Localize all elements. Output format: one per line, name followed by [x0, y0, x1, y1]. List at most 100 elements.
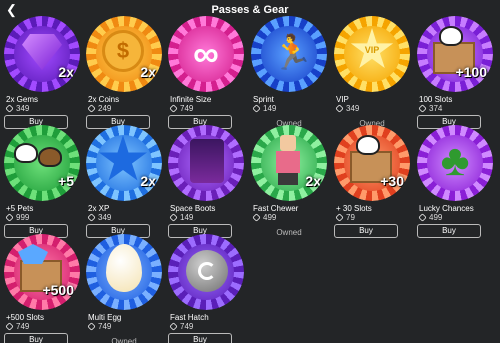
pass-name: 100 Slots — [419, 95, 453, 104]
coin-icon[interactable]: $2x — [86, 16, 162, 92]
multiplier-label: +30 — [380, 173, 404, 189]
pass-item[interactable]: $2x 2x Coins 249 Buy — [86, 16, 166, 129]
pass-price: 79 — [335, 213, 355, 222]
pass-name: +5 Pets — [6, 204, 34, 213]
multiplier-label: 2x — [58, 64, 74, 80]
price-value: 249 — [98, 104, 112, 113]
robux-icon — [418, 104, 427, 113]
multiplier-label: +5 — [58, 173, 74, 189]
box-crystal-icon[interactable]: +500 — [4, 234, 80, 310]
pass-price: 499 — [418, 213, 443, 222]
pass-item[interactable]: +30 + 30 Slots 79 Buy — [334, 125, 414, 238]
pass-name: Space Boots — [170, 204, 216, 213]
pass-name: Infinite Size — [170, 95, 212, 104]
multiplier-label: +500 — [42, 282, 74, 298]
buy-button[interactable]: Buy — [417, 224, 481, 238]
multiplier-label: 2x — [140, 64, 156, 80]
buy-button[interactable]: Buy — [4, 333, 68, 343]
pass-price: 149 — [169, 213, 194, 222]
boots-icon[interactable] — [168, 125, 244, 201]
buy-button[interactable]: Buy — [168, 333, 232, 343]
pass-price: 749 — [5, 322, 30, 331]
box-pets-icon[interactable]: +30 — [334, 125, 410, 201]
pass-price: 374 — [418, 104, 443, 113]
multiplier-label: 2x — [305, 173, 321, 189]
price-value: 749 — [180, 104, 194, 113]
pass-item[interactable]: Space Boots 149 Buy — [168, 125, 248, 238]
pass-item[interactable]: ♣ Lucky Chances 499 Buy — [417, 125, 497, 238]
pass-item[interactable]: VIP VIP 349 Owned — [334, 16, 414, 128]
robux-icon — [169, 322, 178, 331]
runner-icon[interactable]: 🏃 — [251, 16, 327, 92]
pass-item[interactable]: +100 100 Slots 374 Buy — [417, 16, 497, 129]
pets-icon[interactable]: +5 — [4, 125, 80, 201]
price-value: 349 — [16, 104, 30, 113]
pass-item[interactable]: +500 +500 Slots 749 Buy — [4, 234, 84, 343]
pass-name: 2x Gems — [6, 95, 39, 104]
robux-icon — [5, 322, 14, 331]
pass-name: Sprint — [253, 95, 274, 104]
pass-price: 349 — [335, 104, 360, 113]
multiplier-label: +100 — [455, 64, 487, 80]
price-value: 79 — [346, 213, 355, 222]
price-value: 374 — [429, 104, 443, 113]
pass-price: 349 — [5, 104, 30, 113]
price-value: 999 — [16, 213, 30, 222]
pass-item[interactable]: 2x 2x XP 349 Buy — [86, 125, 166, 238]
pass-price: 749 — [169, 322, 194, 331]
pass-price: 349 — [87, 213, 112, 222]
pass-price: 749 — [169, 104, 194, 113]
pass-name: 2x XP — [88, 204, 110, 213]
infinity-icon[interactable]: ∞ — [168, 16, 244, 92]
star-icon[interactable]: 2x — [86, 125, 162, 201]
robux-icon — [252, 213, 261, 222]
price-value: 499 — [263, 213, 277, 222]
passes-grid: 2x 2x Gems 349 Buy $2x 2x Coins 249 Buy ∞ Infinit… — [0, 0, 500, 343]
price-value: 749 — [16, 322, 30, 331]
pass-name: + 30 Slots — [336, 204, 372, 213]
robux-icon — [418, 213, 427, 222]
robux-icon — [335, 213, 344, 222]
pass-price: 149 — [252, 104, 277, 113]
pass-name: +500 Slots — [6, 313, 45, 322]
vip-star-icon[interactable]: VIP — [334, 16, 410, 92]
pass-item[interactable]: Fast Hatch 749 Buy — [168, 234, 248, 343]
price-value: 349 — [346, 104, 360, 113]
pass-name: 2x Coins — [88, 95, 120, 104]
pass-name: VIP — [336, 95, 349, 104]
multiplier-label: 2x — [140, 173, 156, 189]
buy-button[interactable]: Buy — [334, 224, 398, 238]
robux-icon — [87, 322, 96, 331]
pass-item[interactable]: 🏃 Sprint 149 Owned — [251, 16, 331, 128]
robux-icon — [169, 104, 178, 113]
owned-label: Owned — [111, 337, 137, 343]
hatch-icon[interactable] — [168, 234, 244, 310]
robux-icon — [87, 104, 96, 113]
pass-price: 499 — [252, 213, 277, 222]
character-icon[interactable]: 2x — [251, 125, 327, 201]
pass-price: 999 — [5, 213, 30, 222]
pass-item[interactable]: 2x 2x Gems 349 Buy — [4, 16, 84, 129]
box-pets-icon[interactable]: +100 — [417, 16, 493, 92]
pass-name: Multi Egg — [88, 313, 122, 322]
price-value: 149 — [180, 213, 194, 222]
pass-name: Fast Hatch — [170, 313, 209, 322]
pass-name: Lucky Chances — [419, 204, 474, 213]
pass-item[interactable]: Multi Egg 749 Owned — [86, 234, 166, 343]
price-value: 149 — [263, 104, 277, 113]
robux-icon — [5, 213, 14, 222]
clover-icon[interactable]: ♣ — [417, 125, 493, 201]
price-value: 349 — [98, 213, 112, 222]
price-value: 499 — [429, 213, 443, 222]
pass-item[interactable]: ∞ Infinite Size 749 Buy — [168, 16, 248, 129]
gem-icon[interactable]: 2x — [4, 16, 80, 92]
price-value: 749 — [180, 322, 194, 331]
pass-item[interactable]: +5 +5 Pets 999 Buy — [4, 125, 84, 238]
robux-icon — [5, 104, 14, 113]
egg-icon[interactable] — [86, 234, 162, 310]
robux-icon — [169, 213, 178, 222]
pass-item[interactable]: 2x Fast Chewer 499 Owned — [251, 125, 331, 237]
price-value: 749 — [98, 322, 112, 331]
robux-icon — [87, 213, 96, 222]
pass-price: 749 — [87, 322, 112, 331]
